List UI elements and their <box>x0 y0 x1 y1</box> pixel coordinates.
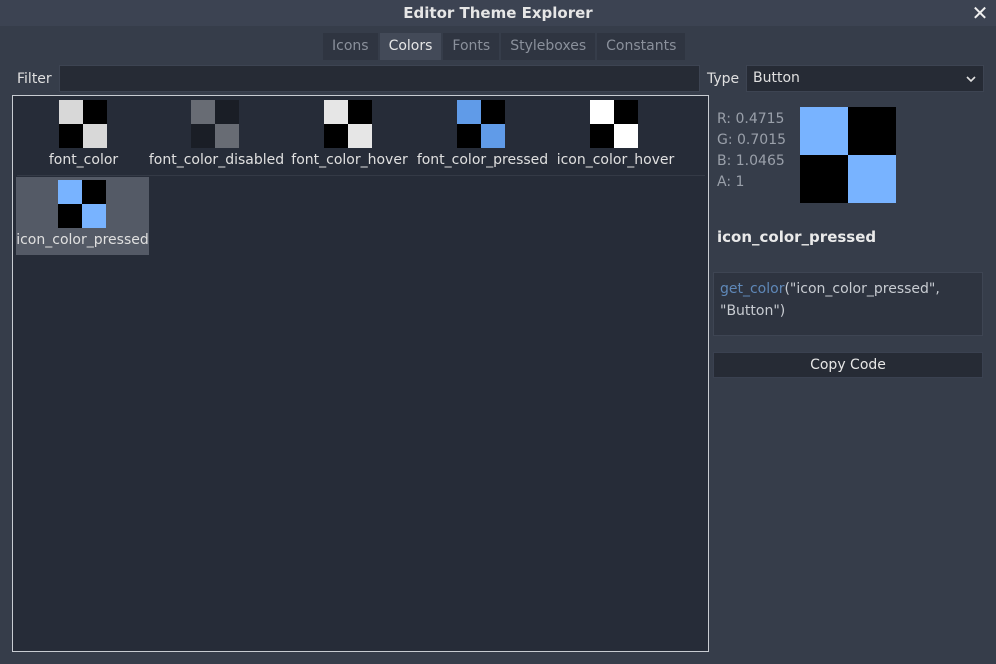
selected-color-preview <box>800 107 896 203</box>
color-item-label: font_color_pressed <box>416 152 549 168</box>
color-item-font-color-hover[interactable]: font_color_hover <box>283 97 416 175</box>
color-item-font-color-disabled[interactable]: font_color_disabled <box>149 97 284 175</box>
swatch-cell <box>348 124 372 148</box>
color-item-label: font_color <box>48 152 119 168</box>
swatch-cell <box>590 124 614 148</box>
type-label: Type <box>707 71 740 87</box>
swatch-cell <box>614 100 638 124</box>
swatch-cell <box>324 100 348 124</box>
color-swatch <box>191 100 239 148</box>
swatch-cell <box>191 124 215 148</box>
preview-cell <box>848 155 896 203</box>
row-divider <box>17 175 705 176</box>
color-swatch <box>590 100 638 148</box>
swatch-cell <box>481 124 505 148</box>
tab-constants[interactable]: Constants <box>597 33 686 60</box>
red-value: R: 0.4715 <box>717 111 785 127</box>
dialog-content: Icons Colors Fonts Styleboxes Constants … <box>0 26 996 664</box>
preview-cell <box>800 107 848 155</box>
swatch-cell <box>59 124 83 148</box>
color-item-font-color-pressed[interactable]: font_color_pressed <box>416 97 549 175</box>
swatch-cell <box>59 100 83 124</box>
color-item-icon-color-hover[interactable]: icon_color_hover <box>549 97 682 175</box>
swatch-cell <box>58 180 82 204</box>
filter-input[interactable] <box>59 65 700 92</box>
swatch-cell <box>590 100 614 124</box>
color-item-font-color[interactable]: font_color <box>17 97 150 175</box>
swatch-cell <box>481 100 505 124</box>
preview-cell <box>800 155 848 203</box>
filter-label: Filter <box>17 71 52 87</box>
swatch-cell <box>191 100 215 124</box>
code-function: get_color <box>720 281 785 297</box>
color-item-icon-color-pressed[interactable]: icon_color_pressed <box>16 177 149 255</box>
window-title: Editor Theme Explorer <box>403 4 593 22</box>
blue-value: B: 1.0465 <box>717 153 785 169</box>
color-swatch <box>58 180 106 228</box>
tab-colors[interactable]: Colors <box>379 33 442 60</box>
color-item-label: icon_color_hover <box>556 152 675 168</box>
preview-cell <box>848 107 896 155</box>
color-swatch <box>324 100 372 148</box>
tab-bar: Icons Colors Fonts Styleboxes Constants <box>323 33 687 60</box>
color-swatch <box>457 100 505 148</box>
copy-code-button[interactable]: Copy Code <box>713 352 983 378</box>
swatch-cell <box>457 100 481 124</box>
alpha-value: A: 1 <box>717 174 745 190</box>
swatch-cell <box>215 100 239 124</box>
selected-color-name: icon_color_pressed <box>717 228 877 246</box>
color-grid: font_color font_color_disabled font_colo… <box>12 95 709 652</box>
code-args-cont: "Button") <box>720 303 786 319</box>
tab-fonts[interactable]: Fonts <box>443 33 500 60</box>
swatch-cell <box>215 124 239 148</box>
close-icon[interactable]: ✕ <box>970 2 990 24</box>
green-value: G: 0.7015 <box>717 132 787 148</box>
swatch-cell <box>82 180 106 204</box>
code-snippet[interactable]: get_color("icon_color_pressed", "Button"… <box>713 272 983 336</box>
color-item-label: font_color_hover <box>291 152 408 168</box>
swatch-cell <box>82 204 106 228</box>
color-item-label: font_color_disabled <box>148 152 285 168</box>
code-args: ("icon_color_pressed", <box>784 281 940 297</box>
tab-icons[interactable]: Icons <box>323 33 378 60</box>
color-swatch <box>59 100 107 148</box>
tab-styleboxes[interactable]: Styleboxes <box>501 33 596 60</box>
type-select[interactable]: Button <box>746 65 984 92</box>
chevron-down-icon <box>966 76 976 83</box>
swatch-cell <box>457 124 481 148</box>
swatch-cell <box>614 124 638 148</box>
swatch-cell <box>83 100 107 124</box>
type-select-value: Button <box>753 70 800 86</box>
swatch-cell <box>324 124 348 148</box>
swatch-cell <box>83 124 107 148</box>
swatch-cell <box>348 100 372 124</box>
swatch-cell <box>58 204 82 228</box>
color-item-label: icon_color_pressed <box>16 232 149 248</box>
